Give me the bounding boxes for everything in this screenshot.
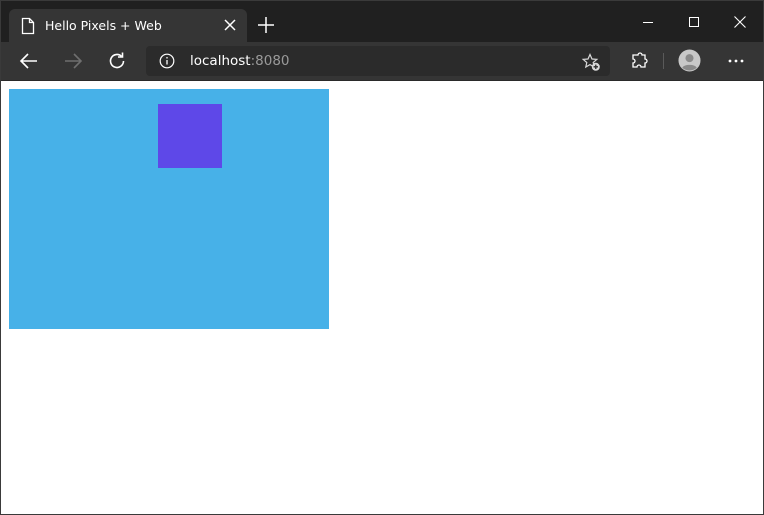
close-window-button[interactable] xyxy=(717,1,763,42)
back-arrow-icon[interactable] xyxy=(17,49,41,73)
info-icon[interactable] xyxy=(159,53,175,69)
url-text[interactable]: localhost:8080 xyxy=(190,53,290,69)
new-tab-icon[interactable] xyxy=(256,15,276,35)
minimize-button[interactable] xyxy=(625,1,671,42)
toolbar-divider xyxy=(663,53,664,69)
maximize-button[interactable] xyxy=(671,1,717,42)
purple-square xyxy=(158,104,222,168)
close-tab-icon[interactable] xyxy=(223,18,237,32)
extensions-icon[interactable] xyxy=(629,51,649,71)
url-host: localhost xyxy=(190,53,251,69)
title-bar: Hello Pixels + Web xyxy=(1,1,763,42)
page-icon xyxy=(21,17,35,35)
address-bar[interactable]: localhost:8080 xyxy=(146,46,610,76)
tab-title: Hello Pixels + Web xyxy=(45,18,162,33)
url-port: :8080 xyxy=(250,53,290,69)
more-options-icon[interactable] xyxy=(726,51,746,71)
browser-toolbar: localhost:8080 xyxy=(1,42,763,81)
page-viewport xyxy=(1,81,763,514)
minimize-icon xyxy=(643,22,653,23)
canvas[interactable] xyxy=(9,89,329,329)
browser-window: Hello Pixels + Web localhost:8080 xyxy=(0,0,764,515)
tab-active[interactable]: Hello Pixels + Web xyxy=(9,9,247,42)
maximize-icon xyxy=(689,17,699,27)
close-icon xyxy=(734,16,746,28)
profile-avatar-icon[interactable] xyxy=(678,49,701,72)
forward-arrow-icon[interactable] xyxy=(61,49,85,73)
refresh-icon[interactable] xyxy=(105,49,129,73)
add-favorite-icon[interactable] xyxy=(581,52,601,72)
